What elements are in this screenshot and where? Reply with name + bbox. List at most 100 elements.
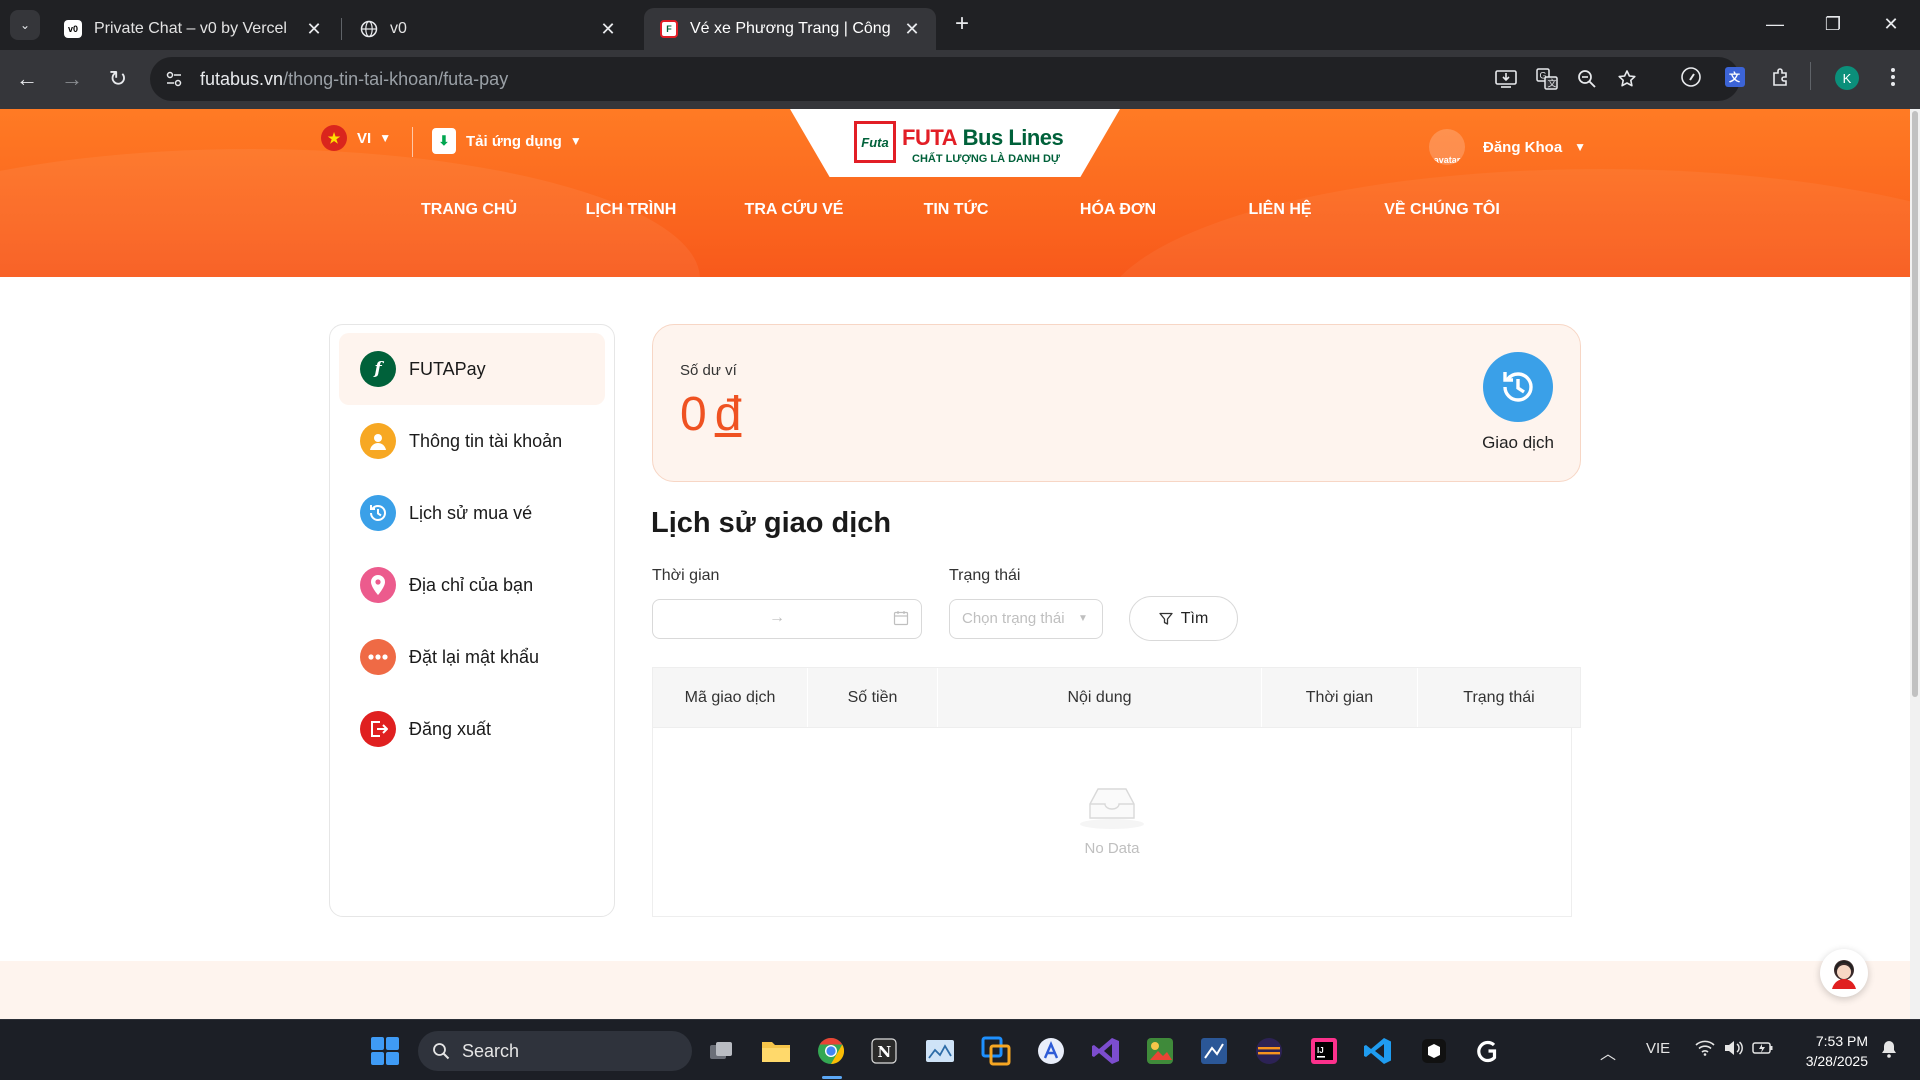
tray-overflow-icon[interactable]: ︿ [1600,1040,1616,1064]
back-icon[interactable]: ← [12,64,42,94]
new-tab-button[interactable]: + [948,10,976,38]
nav-lien-he[interactable]: LIÊN HỆ [1248,201,1311,219]
system-clock[interactable]: 7:53 PM 3/28/2025 [1798,1031,1868,1071]
battery-icon[interactable] [1752,1040,1774,1060]
extensions-puzzle-icon[interactable] [1768,64,1794,90]
close-window-icon[interactable]: ✕ [1868,8,1914,40]
graph-tool-icon[interactable] [1196,1033,1232,1069]
password-icon [360,639,396,675]
language-selector[interactable]: ★ VI ▼ [321,125,391,151]
empty-inbox-icon [1080,788,1144,829]
tab-private-chat[interactable]: v0 Private Chat – v0 by Vercel ✕ [48,8,338,50]
date-range-picker[interactable]: → [652,599,922,639]
site-info-icon[interactable] [162,67,186,91]
support-agent-icon [1832,960,1856,989]
support-chat-button[interactable] [1820,949,1868,997]
vscode-icon[interactable] [1360,1033,1396,1069]
app-download-dropdown[interactable]: ⬇ Tải ứng dụng ▼ [432,128,582,154]
visual-studio-icon[interactable] [1088,1033,1124,1069]
translate-icon[interactable]: G文 [1535,67,1559,91]
performance-icon[interactable] [1678,64,1704,90]
nav-tra-cuu-ve[interactable]: TRA CỨU VÉ [745,201,844,219]
notion-icon[interactable]: N [866,1033,902,1069]
nav-ve-chung-toi[interactable]: VỀ CHÚNG TÔI [1384,201,1500,219]
forward-icon[interactable]: → [57,64,87,94]
sidebar-item-ticket-history[interactable]: Lịch sử mua vé [339,477,605,549]
user-menu[interactable]: avatar Đăng Khoa ▼ [1429,129,1586,165]
app-store-icon[interactable] [1033,1033,1069,1069]
intellij-icon[interactable]: IJ [1306,1033,1342,1069]
status-select[interactable]: Chọn trạng thái ▼ [949,599,1103,639]
install-app-icon[interactable] [1494,67,1518,91]
nav-trang-chu[interactable]: TRANG CHỦ [421,201,517,219]
eclipse-icon[interactable] [1251,1033,1287,1069]
transaction-button[interactable] [1483,352,1553,422]
range-arrow-icon: → [769,609,785,626]
user-icon [360,423,396,459]
logitech-ghub-icon[interactable] [1470,1033,1506,1069]
url-host: futabus.vn [200,68,284,89]
nav-tin-tuc[interactable]: TIN TỨC [924,201,989,219]
zoom-out-icon[interactable] [1575,67,1599,91]
sidebar-item-label: Đặt lại mật khẩu [409,646,540,667]
profile-avatar[interactable]: K [1835,66,1859,90]
sidebar-item-reset-password[interactable]: Đặt lại mật khẩu [339,621,605,693]
close-tab-icon[interactable]: ✕ [304,19,324,40]
taskbar-search[interactable]: Search [418,1031,692,1071]
sidebar-item-label: Đăng xuất [409,718,492,739]
bookmark-star-icon[interactable] [1615,67,1639,91]
user-name: Đăng Khoa [1483,138,1563,156]
restore-icon[interactable]: ❐ [1810,8,1856,40]
wallet-amount: 0đ [680,387,741,442]
volume-icon[interactable] [1723,1040,1743,1060]
transaction-label[interactable]: Giao dịch [1453,433,1583,453]
task-view-icon[interactable] [704,1033,740,1069]
language-label: VI [357,129,372,147]
chart-app-icon[interactable] [922,1033,958,1069]
vietnam-flag-icon: ★ [321,125,347,151]
tab-divider [341,18,342,40]
svg-text:IJ: IJ [1317,1046,1324,1055]
sidebar-item-futapay[interactable]: f FUTAPay [339,333,605,405]
chrome-icon[interactable] [813,1033,849,1069]
virtual-machine-icon[interactable] [1416,1033,1452,1069]
close-tab-icon[interactable]: ✕ [902,19,922,40]
wifi-icon[interactable] [1695,1040,1715,1060]
column-header: Mã giao dịch [653,668,808,727]
minimize-icon[interactable]: — [1752,8,1798,40]
search-icon [432,1042,450,1060]
wallet-currency: đ [714,388,742,441]
tab-futabus[interactable]: F Vé xe Phương Trang | Công ty c ✕ [644,8,936,50]
active-app-indicator [822,1076,842,1079]
sidebar-item-address[interactable]: Địa chỉ của bạn [339,549,605,621]
tab-v0[interactable]: v0 ✕ [344,8,632,50]
account-sidebar: f FUTAPay Thông tin tài khoản Lịch sử mu… [329,324,615,917]
toolbar-divider [1810,62,1811,90]
remote-desktop-icon[interactable] [978,1033,1014,1069]
reload-icon[interactable]: ↻ [103,64,133,94]
sidebar-item-logout[interactable]: Đăng xuất [339,693,605,765]
page-scrollbar[interactable] [1910,109,1920,1019]
clock-time: 7:53 PM [1815,1033,1868,1049]
main-nav: TRANG CHỦ LỊCH TRÌNH TRA CỨU VÉ TIN TỨC … [0,201,1910,231]
nav-lich-trinh[interactable]: LỊCH TRÌNH [586,201,677,219]
site-logo[interactable]: Futa FUTA Bus Lines CHẤT LƯỢNG LÀ DANH D… [790,109,1120,177]
browser-menu-icon[interactable] [1880,64,1906,90]
clock-date: 3/28/2025 [1805,1053,1868,1069]
nav-hoa-don[interactable]: HÓA ĐƠN [1080,201,1156,219]
input-language[interactable]: VIE [1646,1040,1670,1057]
windows-start-icon[interactable] [371,1037,399,1065]
notification-bell-icon[interactable] [1880,1040,1898,1062]
find-button[interactable]: Tìm [1129,596,1238,641]
paint-app-icon[interactable] [1142,1033,1178,1069]
translate-extension-icon[interactable]: 文 [1722,64,1748,90]
svg-text:N: N [878,1043,892,1061]
wallet-balance-card: Số dư ví 0đ Giao dịch [652,324,1581,482]
scrollbar-thumb[interactable] [1912,111,1918,697]
tab-search-button[interactable]: ⌄ [10,10,40,40]
close-tab-icon[interactable]: ✕ [598,19,618,40]
sidebar-item-account-info[interactable]: Thông tin tài khoản [339,405,605,477]
site-header: ★ VI ▼ ⬇ Tải ứng dụng ▼ Futa FUTA Bus Li… [0,109,1910,277]
file-explorer-icon[interactable] [758,1033,794,1069]
logo-title-futa: FUTA [902,125,958,150]
